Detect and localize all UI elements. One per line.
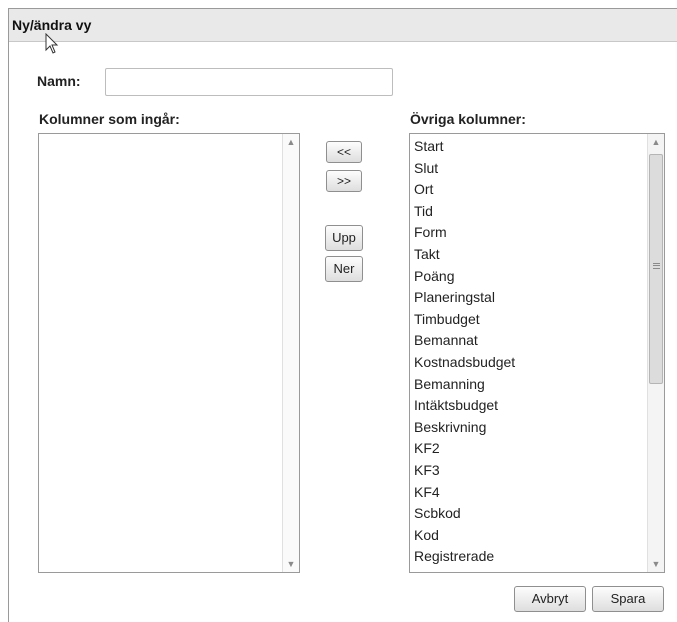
list-item[interactable]: Start (414, 136, 644, 158)
list-item[interactable]: Ort (414, 179, 644, 201)
scroll-up-icon[interactable]: ▲ (286, 137, 296, 147)
save-button[interactable]: Spara (592, 586, 664, 612)
list-item[interactable]: Takt (414, 244, 644, 266)
list-item[interactable]: KF4 (414, 482, 644, 504)
cancel-button[interactable]: Avbryt (514, 586, 586, 612)
dialog-titlebar[interactable]: Ny/ändra vy (9, 9, 677, 42)
included-columns-list[interactable]: ▲ ▼ (38, 133, 300, 573)
scroll-down-icon[interactable]: ▼ (651, 559, 661, 569)
other-columns-label: Övriga kolumner: (410, 111, 526, 127)
scroll-down-icon[interactable]: ▼ (286, 559, 296, 569)
name-label: Namn: (37, 73, 81, 89)
other-scrollbar[interactable]: ▲ ▼ (647, 134, 664, 572)
other-columns-items: Start Slut Ort Tid Form Takt Poäng Planeringsta… (414, 136, 644, 568)
move-right-button[interactable]: >> (326, 170, 362, 192)
name-input[interactable] (105, 68, 393, 96)
list-item[interactable]: Timbudget (414, 309, 644, 331)
grip-icon (653, 263, 660, 269)
move-up-button[interactable]: Upp (325, 225, 363, 251)
list-item[interactable]: Kod (414, 525, 644, 547)
other-columns-list[interactable]: Start Slut Ort Tid Form Takt Poäng Planeringsta… (409, 133, 665, 573)
list-item[interactable]: Slut (414, 158, 644, 180)
list-item[interactable]: Bemanning (414, 374, 644, 396)
list-item[interactable]: KF2 (414, 438, 644, 460)
list-item[interactable]: Scbkod (414, 503, 644, 525)
list-item[interactable]: Registrerade (414, 546, 644, 568)
scroll-up-icon[interactable]: ▲ (651, 137, 661, 147)
move-left-button[interactable]: << (326, 141, 362, 163)
list-item[interactable]: Tid (414, 201, 644, 223)
list-item[interactable]: Poäng (414, 266, 644, 288)
move-down-button[interactable]: Ner (325, 256, 363, 282)
dialog-title: Ny/ändra vy (12, 17, 92, 33)
mouse-cursor-icon (45, 33, 59, 54)
list-item[interactable]: Beskrivning (414, 417, 644, 439)
list-item[interactable]: Form (414, 222, 644, 244)
scrollbar-thumb[interactable] (649, 154, 663, 384)
view-dialog: Ny/ändra vy Namn: Kolumner som ingår: ▲ … (8, 8, 677, 622)
list-item[interactable]: Bemannat (414, 330, 644, 352)
included-scrollbar[interactable]: ▲ ▼ (282, 134, 299, 572)
list-item[interactable]: Intäktsbudget (414, 395, 644, 417)
list-item[interactable]: KF3 (414, 460, 644, 482)
list-item[interactable]: Planeringstal (414, 287, 644, 309)
included-columns-label: Kolumner som ingår: (39, 111, 180, 127)
list-item[interactable]: Kostnadsbudget (414, 352, 644, 374)
